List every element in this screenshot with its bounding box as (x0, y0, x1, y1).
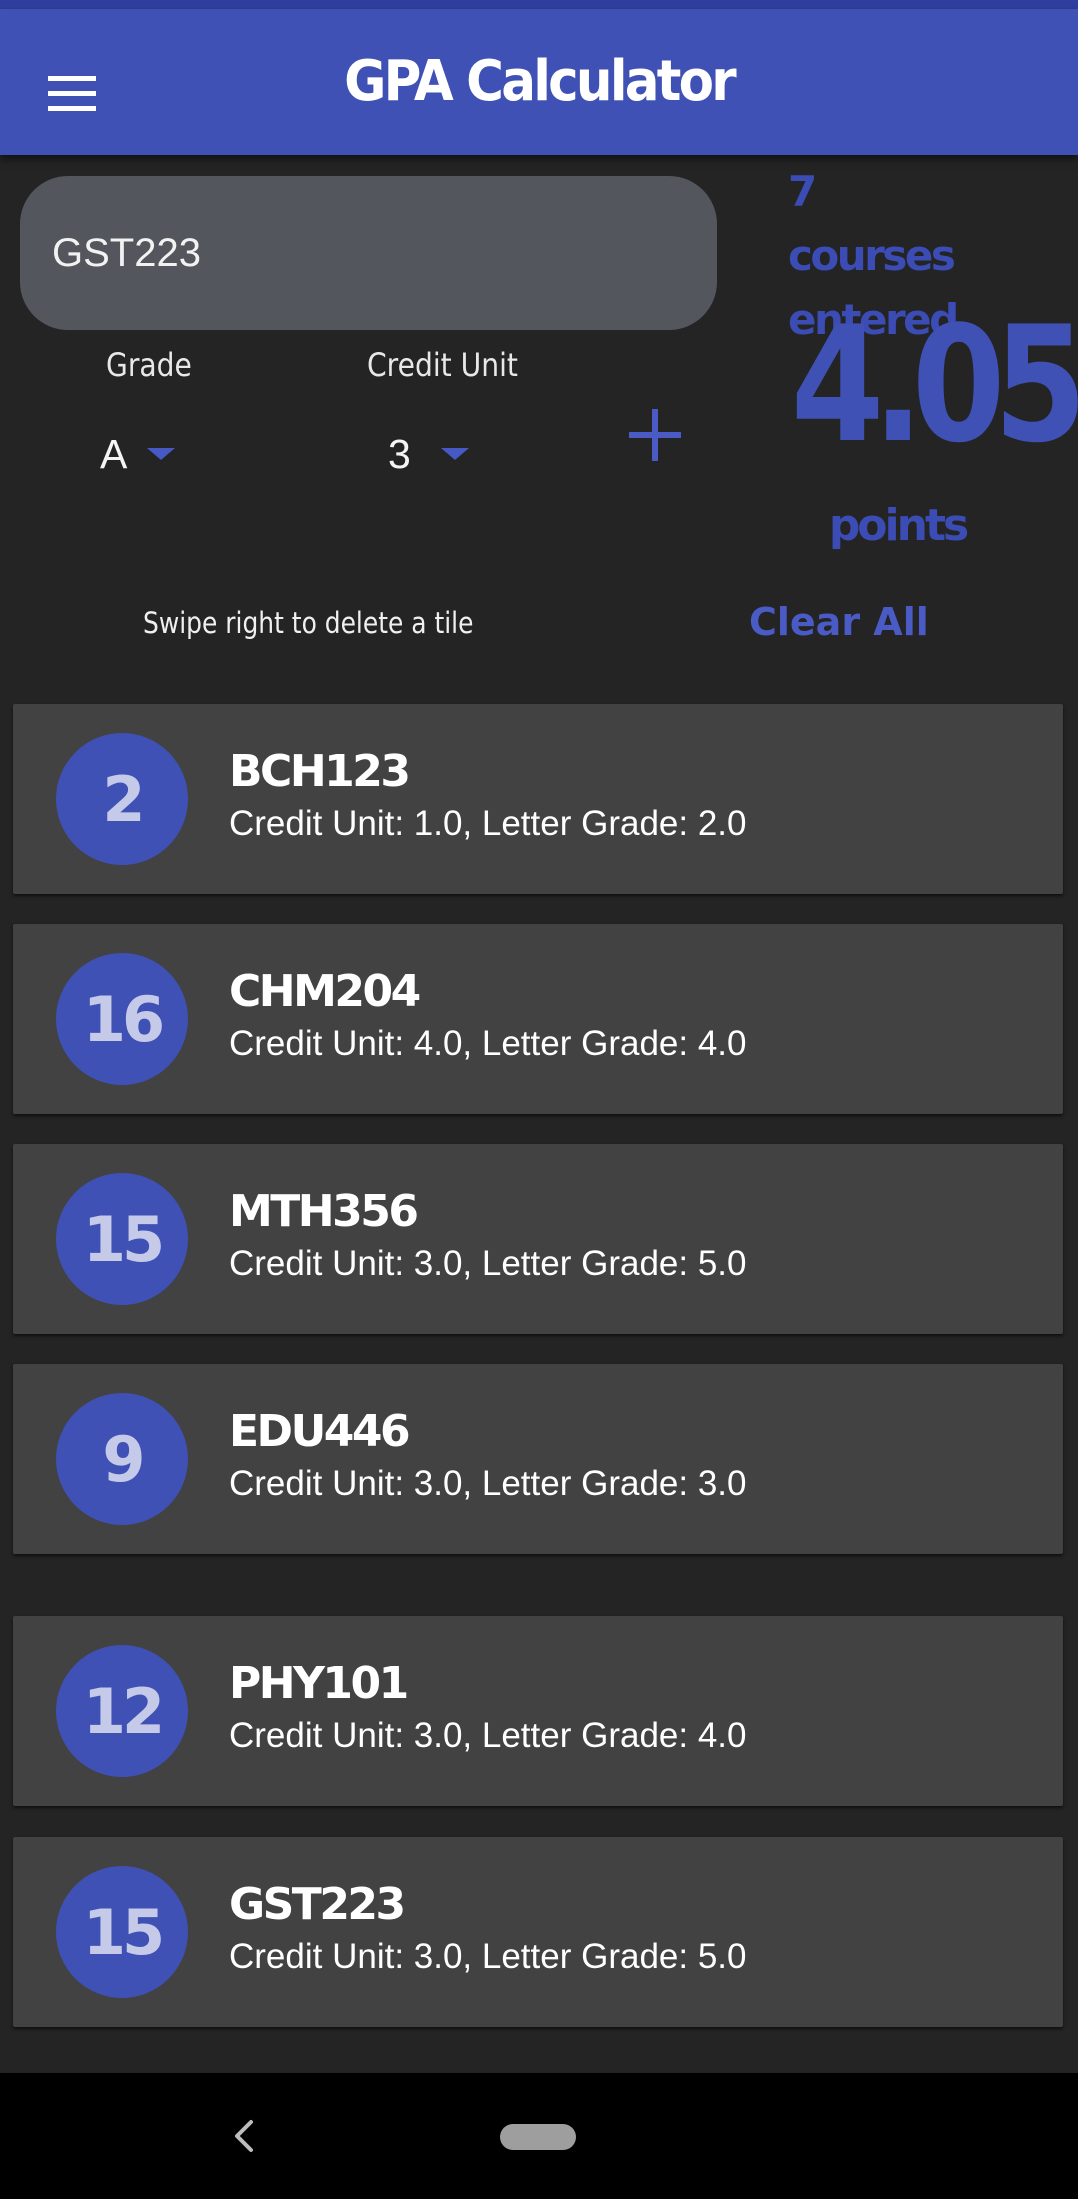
course-tile[interactable]: 16 CHM204 Credit Unit: 4.0, Letter Grade… (13, 924, 1063, 1114)
course-detail: Credit Unit: 3.0, Letter Grade: 3.0 (229, 1464, 747, 1503)
course-tile[interactable]: 15 MTH356 Credit Unit: 3.0, Letter Grade… (13, 1144, 1063, 1334)
grade-label: Grade (106, 346, 192, 384)
app-title: GPA Calculator (344, 49, 737, 114)
credit-unit-dropdown[interactable]: 3 (388, 424, 469, 484)
course-detail: Credit Unit: 4.0, Letter Grade: 4.0 (229, 1024, 747, 1063)
grade-points-avatar: 15 (56, 1173, 188, 1305)
course-detail: Credit Unit: 1.0, Letter Grade: 2.0 (229, 804, 747, 843)
caret-down-icon (440, 448, 469, 460)
chevron-left-icon[interactable] (222, 2111, 266, 2161)
clear-all-button[interactable]: Clear All (749, 600, 929, 644)
course-code: CHM204 (229, 966, 421, 1017)
course-code: BCH123 (229, 746, 411, 797)
points-label: points (828, 500, 969, 551)
add-course-button[interactable] (615, 395, 695, 475)
grade-points-avatar: 9 (56, 1393, 188, 1525)
grade-dropdown[interactable]: A (100, 424, 176, 484)
home-pill-icon[interactable] (500, 2124, 576, 2150)
course-tile[interactable]: 2 BCH123 Credit Unit: 1.0, Letter Grade:… (13, 704, 1063, 894)
grade-points-avatar: 2 (56, 733, 188, 865)
grade-value: A (100, 430, 128, 477)
course-detail: Credit Unit: 3.0, Letter Grade: 5.0 (229, 1244, 747, 1283)
status-bar (0, 0, 1078, 9)
app-bar: GPA Calculator (0, 9, 1078, 155)
system-nav-bar (0, 2073, 1078, 2199)
course-code: MTH356 (229, 1186, 419, 1237)
swipe-hint: Swipe right to delete a tile (143, 606, 474, 640)
grade-points-avatar: 15 (56, 1866, 188, 1998)
gpa-value: 4.05 (790, 291, 1078, 478)
credit-unit-label: Credit Unit (367, 346, 518, 384)
grade-points-avatar: 16 (56, 953, 188, 1085)
course-detail: Credit Unit: 3.0, Letter Grade: 5.0 (229, 1937, 747, 1976)
course-detail: Credit Unit: 3.0, Letter Grade: 4.0 (229, 1716, 747, 1755)
grade-points-avatar: 12 (56, 1645, 188, 1777)
course-code: EDU446 (229, 1406, 411, 1457)
course-code: GST223 (229, 1879, 406, 1930)
credit-unit-value: 3 (388, 430, 411, 477)
course-tile[interactable]: 12 PHY101 Credit Unit: 3.0, Letter Grade… (13, 1616, 1063, 1806)
course-code-input[interactable]: GST223 (20, 176, 717, 330)
caret-down-icon (147, 448, 176, 460)
course-tile[interactable]: 15 GST223 Credit Unit: 3.0, Letter Grade… (13, 1837, 1063, 2027)
course-tile[interactable]: 9 EDU446 Credit Unit: 3.0, Letter Grade:… (13, 1364, 1063, 1554)
course-code: PHY101 (229, 1658, 409, 1709)
